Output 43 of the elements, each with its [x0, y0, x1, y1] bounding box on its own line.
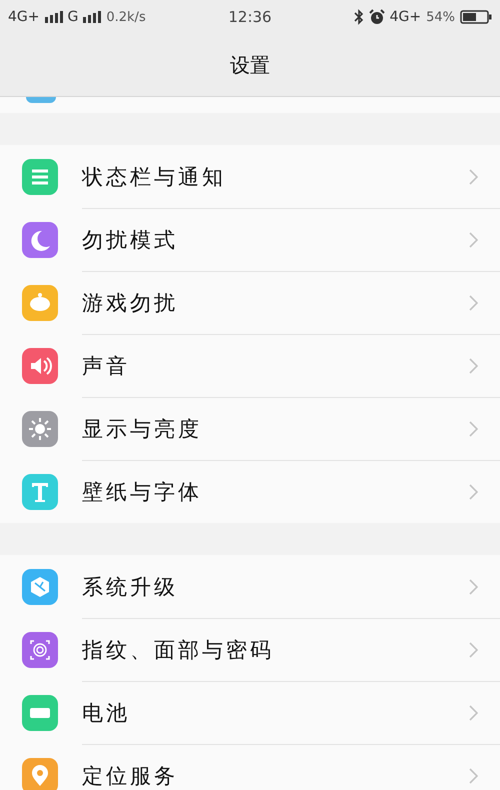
alarm-icon	[368, 9, 385, 25]
chevron-icon	[469, 358, 478, 374]
row-label: 定位服务	[82, 763, 178, 790]
chevron-icon	[469, 768, 478, 784]
chevron-icon	[469, 232, 478, 248]
network-type: 4G+	[390, 9, 422, 25]
settings-row[interactable]: 定位服务	[0, 744, 500, 790]
chevron-icon	[469, 484, 478, 500]
clock: 12:36	[228, 8, 272, 26]
signal-icon	[83, 11, 102, 23]
row-label: 系统升级	[82, 574, 178, 600]
chevron-icon	[469, 578, 478, 594]
chevron-icon	[469, 168, 478, 184]
network-type: G	[68, 9, 78, 25]
signal-icon	[44, 11, 62, 23]
status-text: 54%	[426, 10, 455, 24]
row-label: 声音	[82, 353, 130, 380]
settings-row[interactable]: 勿扰模式	[0, 208, 500, 271]
settings-row[interactable]: 状态栏与通知	[0, 145, 500, 208]
status-text: 0.2k/s	[106, 10, 146, 24]
settings-row[interactable]: 显示与亮度	[0, 397, 500, 460]
bluetooth-icon	[354, 9, 364, 25]
app-icon	[26, 97, 56, 103]
settings-row[interactable]: 电池	[0, 681, 500, 744]
row-label: 显示与亮度	[82, 416, 202, 443]
settings-row[interactable]: 声音	[0, 334, 500, 397]
row-label: 指纹、面部与密码	[82, 637, 274, 664]
row-label: 状态栏与通知	[82, 164, 226, 190]
battery-icon	[460, 10, 492, 24]
settings-row[interactable]: 壁纸与字体	[0, 460, 500, 523]
settings-row[interactable]: 系统升级	[0, 555, 500, 618]
row-label: 游戏勿扰	[82, 290, 178, 317]
settings-row[interactable]: 游戏勿扰	[0, 271, 500, 334]
chevron-icon	[469, 705, 478, 721]
chevron-icon	[469, 295, 478, 311]
chevron-icon	[469, 642, 478, 658]
chevron-icon	[469, 421, 478, 437]
row-label: 壁纸与字体	[82, 479, 202, 506]
row-label: 电池	[82, 700, 130, 727]
settings-row[interactable]: 指纹、面部与密码	[0, 618, 500, 681]
page-title: 设置	[230, 52, 270, 78]
row-label: 勿扰模式	[82, 227, 178, 254]
network-type: 4G+	[8, 9, 40, 25]
